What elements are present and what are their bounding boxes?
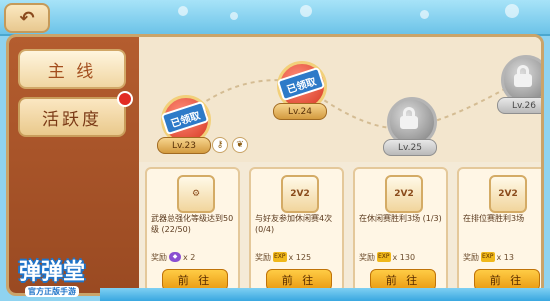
reward-value: x 13: [496, 252, 514, 262]
notification-dot: [117, 91, 133, 107]
level-label: Lv.24: [273, 103, 327, 120]
bubble-decoration: [178, 6, 188, 16]
logo-subtitle: 官方正版手游: [25, 285, 79, 297]
bubble-decoration: [300, 5, 312, 17]
reward-label: 奖励: [463, 252, 479, 262]
task-title: 在休闲赛胜利3场 (1/3): [359, 214, 442, 223]
reward-value: x 130: [392, 252, 416, 262]
wings-icon[interactable]: ❦: [232, 137, 248, 153]
back-arrow-icon: ↶: [19, 7, 35, 29]
task-list: ⚙ 武器总强化等级达到50级 (22/50) 奖励 ◆ x 2 前 往 2V2 …: [145, 167, 541, 293]
2v2-icon: 2V2: [489, 175, 527, 213]
lock-icon: [400, 107, 418, 129]
task-title: 在排位赛胜利3场: [463, 214, 525, 223]
key-icon[interactable]: ⚷: [212, 137, 228, 153]
bubble-decoration: [230, 12, 238, 20]
level-label: Lv.23: [157, 137, 211, 154]
lock-icon: [514, 65, 532, 87]
footer-decoration: [100, 288, 550, 301]
level-label: Lv.26: [497, 97, 541, 114]
logo-title: 弹弹堂: [18, 259, 85, 285]
reward-value: x 125: [288, 252, 312, 262]
task-reward: 奖励 EXP x 130: [359, 251, 447, 263]
reward-label: 奖励: [151, 252, 167, 262]
top-bar: ↶: [0, 0, 550, 36]
task-reward: 奖励 EXP x 125: [255, 251, 343, 263]
2v2-icon: 2V2: [385, 175, 423, 213]
level-extras: ⚷ ❦: [212, 137, 248, 153]
task-reward: 奖励 EXP x 13: [463, 251, 541, 263]
tab-main-quest[interactable]: 主 线: [18, 49, 126, 89]
weapon-icon: ⚙: [177, 175, 215, 213]
gem-icon: ◆: [169, 252, 181, 262]
reward-label: 奖励: [255, 252, 271, 262]
reward-value: x 2: [183, 252, 196, 262]
exp-icon: EXP: [481, 252, 495, 262]
bubble-decoration: [505, 4, 519, 18]
exp-icon: EXP: [377, 252, 391, 262]
game-logo: 弹弹堂 官方正版手游: [4, 250, 100, 300]
task-card: ⚙ 武器总强化等级达到50级 (22/50) 奖励 ◆ x 2 前 往: [145, 167, 240, 293]
tab-activity[interactable]: 活跃度: [18, 97, 126, 137]
task-reward: 奖励 ◆ x 2: [151, 251, 239, 263]
back-button[interactable]: ↶: [4, 3, 50, 33]
reward-label: 奖励: [359, 252, 375, 262]
level-label: Lv.25: [383, 139, 437, 156]
task-title: 与好友参加休闲赛4次 (0/4): [255, 214, 333, 234]
bubble-decoration: [420, 10, 429, 19]
level-path: 已领取 Lv.23 已领取 Lv.24 Lv.25 Lv.26 ⚷ ❦: [139, 37, 541, 162]
exp-icon: EXP: [273, 252, 287, 262]
task-card: 2V2 在排位赛胜利3场 奖励 EXP x 13 前 往: [457, 167, 541, 293]
2v2-icon: 2V2: [281, 175, 319, 213]
task-card: 2V2 在休闲赛胜利3场 (1/3) 奖励 EXP x 130 前 往: [353, 167, 448, 293]
tab-activity-label: 活跃度: [42, 109, 102, 130]
task-card: 2V2 与好友参加休闲赛4次 (0/4) 奖励 EXP x 125 前 往: [249, 167, 344, 293]
tab-main-quest-label: 主 线: [47, 61, 97, 82]
task-title: 武器总强化等级达到50级 (22/50): [151, 214, 234, 234]
